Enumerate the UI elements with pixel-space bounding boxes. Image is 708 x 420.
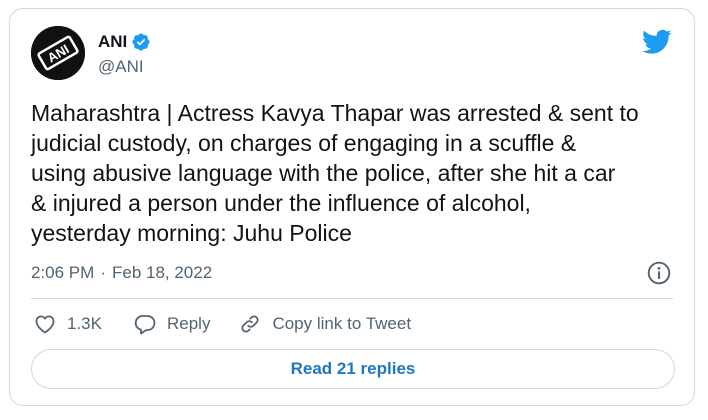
- reply-button[interactable]: Reply: [133, 312, 210, 336]
- tweet-text: Maharashtra | Actress Kavya Thapar was a…: [31, 100, 639, 246]
- meta-separator: ·: [100, 263, 106, 282]
- copy-link-label: Copy link to Tweet: [272, 314, 412, 333]
- heart-icon: [35, 315, 55, 334]
- info-icon[interactable]: [646, 260, 672, 286]
- tweet-timestamp[interactable]: 2:06 PM · Feb 18, 2022: [31, 263, 212, 283]
- tweet-card: ANI ANI @ANI Maharashtra | Actress Kavya…: [9, 8, 695, 406]
- verified-badge-icon: [132, 33, 150, 51]
- author-handle[interactable]: @ANI: [98, 57, 144, 77]
- author-display-name[interactable]: ANI: [98, 32, 127, 52]
- read-replies-label: Read 21 replies: [290, 359, 416, 378]
- copy-link-button[interactable]: Copy link to Tweet: [238, 312, 411, 336]
- read-replies-button[interactable]: Read 21 replies: [31, 349, 675, 389]
- tweet-time[interactable]: 2:06 PM: [31, 263, 94, 283]
- twitter-bird-icon[interactable]: [642, 29, 672, 55]
- like-button[interactable]: 1.3K: [33, 312, 102, 336]
- tweet-actions: 1.3K Reply Copy link to Tweet: [33, 311, 411, 337]
- link-icon: [241, 315, 259, 333]
- reply-bubble-icon: [134, 315, 156, 335]
- tweet-date[interactable]: Feb 18, 2022: [112, 263, 212, 283]
- divider: [31, 298, 673, 299]
- avatar[interactable]: ANI: [31, 26, 85, 80]
- reply-label: Reply: [166, 314, 211, 333]
- author-name-row[interactable]: ANI: [98, 32, 151, 52]
- like-count: 1.3K: [67, 314, 102, 333]
- ani-logo-icon: ANI: [31, 26, 85, 80]
